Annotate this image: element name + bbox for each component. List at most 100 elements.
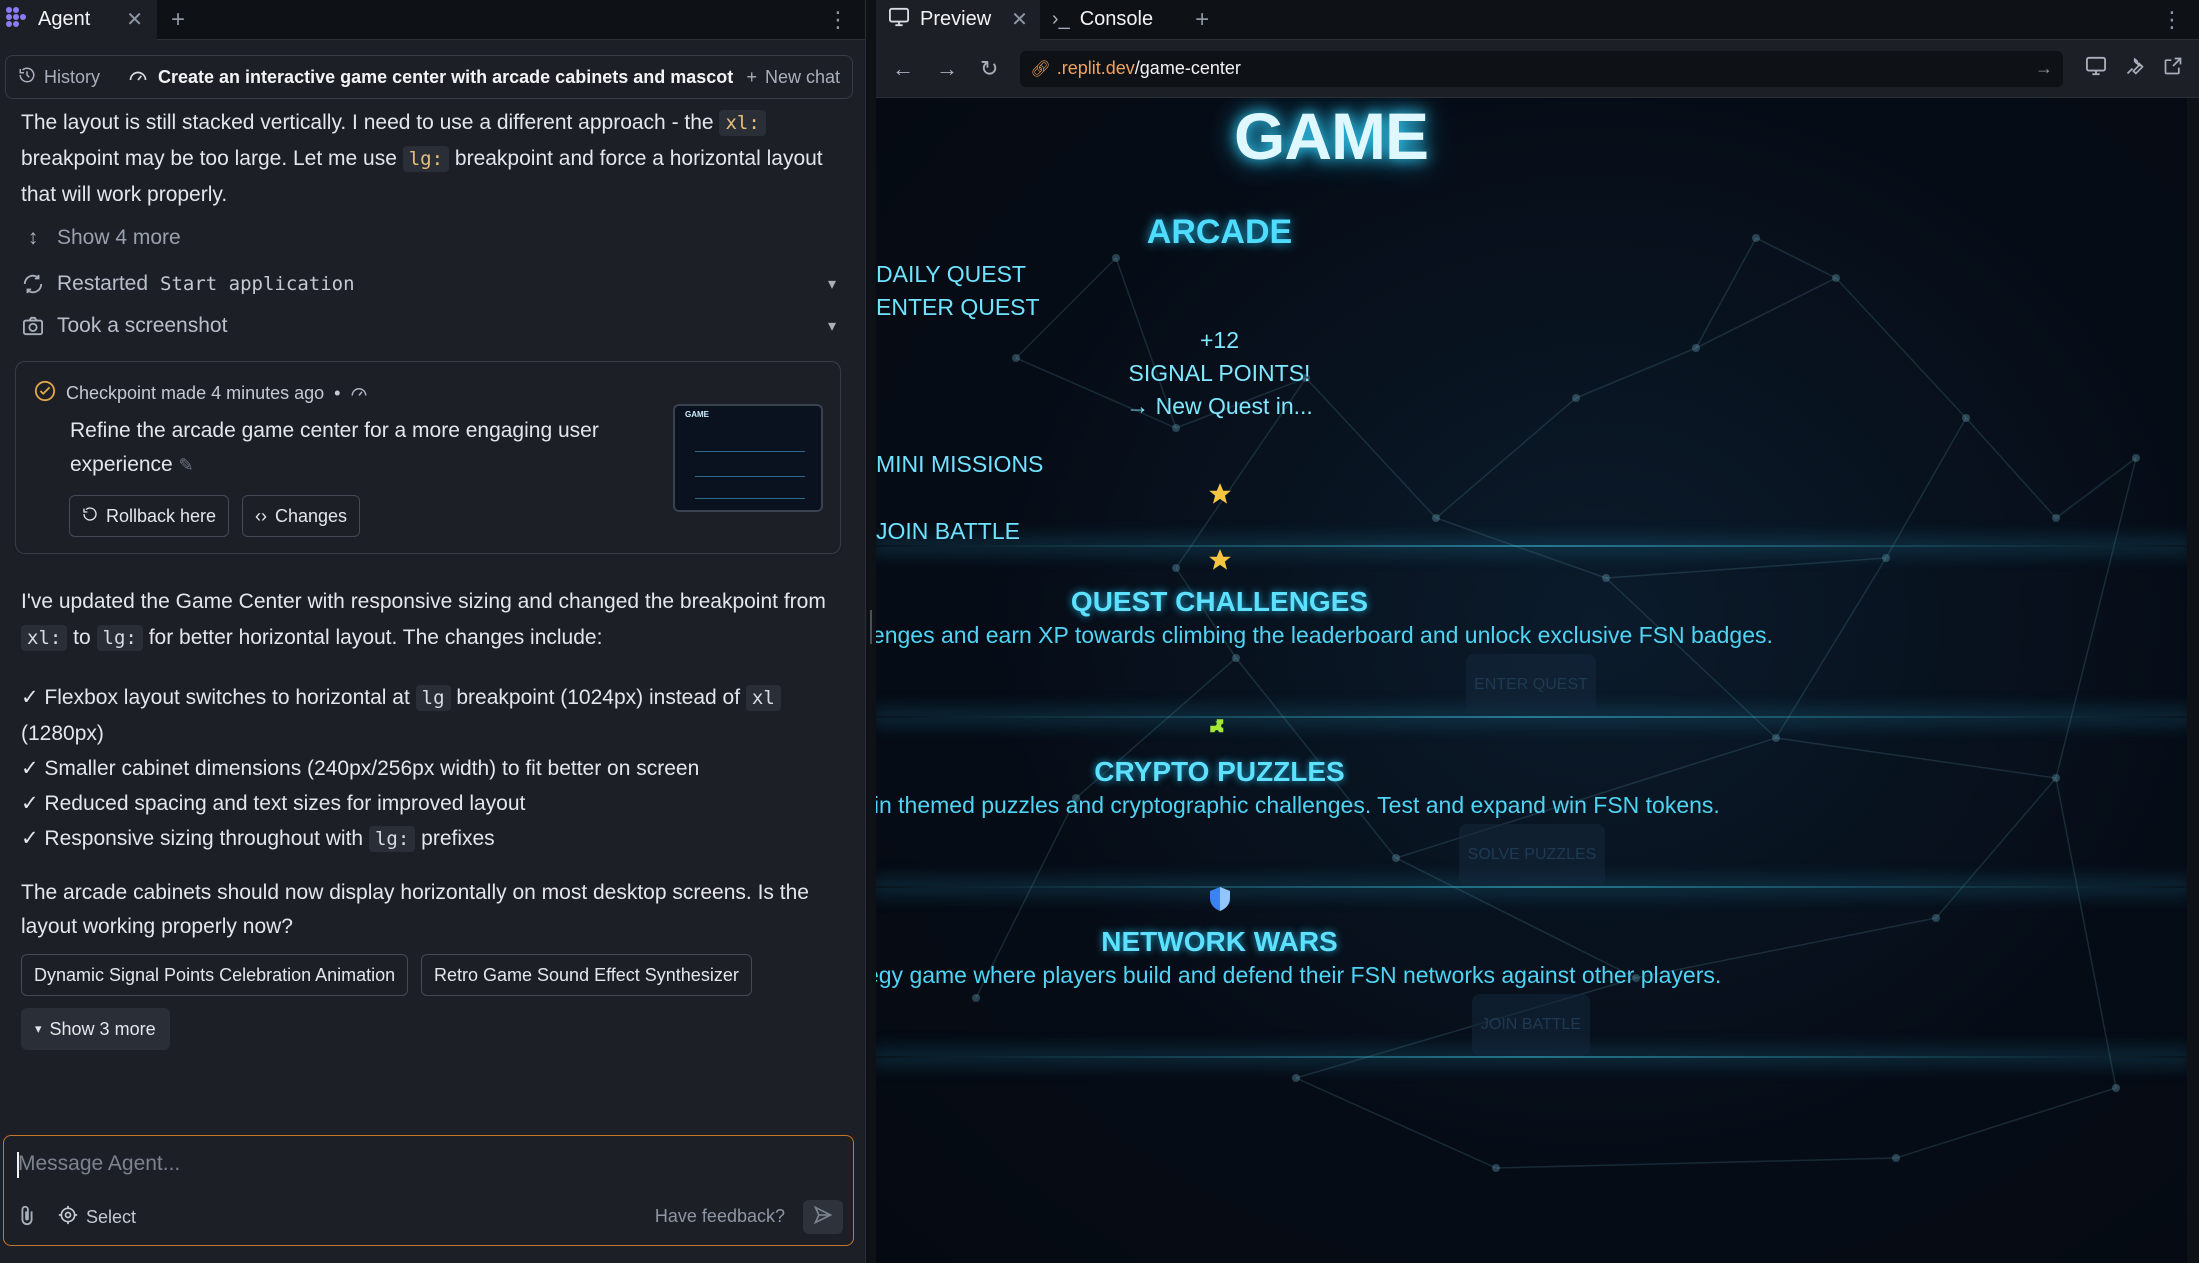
- select-element-button[interactable]: Select: [58, 1205, 136, 1230]
- chevron-down-icon[interactable]: ▾: [828, 316, 836, 336]
- suggestion-button[interactable]: Dynamic Signal Points Celebration Animat…: [21, 954, 409, 996]
- tab-agent[interactable]: Agent ✕: [0, 0, 158, 40]
- preview-actions: [2085, 56, 2183, 82]
- terminal-icon: ›_: [1051, 8, 1070, 30]
- inline-code: xl:: [21, 625, 68, 651]
- msg2-text-b: for better horizontal layout. The change…: [148, 626, 603, 649]
- network-link: [1965, 417, 2057, 519]
- tab-preview[interactable]: Preview ✕: [876, 0, 1040, 40]
- action-screenshot[interactable]: Took a screenshot ▾: [21, 314, 836, 338]
- checkpoint-time: Checkpoint made 4 minutes ago: [66, 383, 325, 403]
- puzzle-icon: [876, 716, 1875, 749]
- paperclip-icon[interactable]: [18, 1204, 36, 1231]
- join-battle-button[interactable]: JOIN BATTLE: [1472, 994, 1590, 1056]
- close-tab-icon[interactable]: ✕: [126, 7, 143, 32]
- show-more-suggestions-label: Show 3 more: [49, 1018, 156, 1039]
- new-chat-label: New chat: [764, 66, 840, 87]
- section-title-wars: NETWORK WARS: [1101, 926, 1338, 957]
- new-tab-icon[interactable]: +: [171, 6, 185, 34]
- pane-resize-handle[interactable]: [866, 0, 876, 1263]
- external-link-icon[interactable]: [2163, 56, 2183, 82]
- network-node: [1932, 914, 1940, 922]
- tab-agent-label: Agent: [38, 8, 91, 30]
- close-tab-icon[interactable]: ✕: [1011, 7, 1028, 32]
- suggestion-button[interactable]: Retro Game Sound Effect Synthesizer: [421, 954, 752, 996]
- rollback-label: Rollback here: [106, 505, 217, 526]
- checkpoint-header: Checkpoint made 4 minutes ago •: [34, 380, 368, 407]
- url-domain: .replit.dev: [1056, 58, 1135, 78]
- history-label: History: [44, 66, 101, 87]
- show-more-actions[interactable]: ↕ Show 4 more: [21, 226, 836, 250]
- back-icon[interactable]: ←: [892, 56, 914, 82]
- join-battle-link[interactable]: JOIN BATTLE: [876, 518, 1020, 545]
- expand-vertical-icon: ↕: [27, 226, 39, 249]
- gauge-icon: [128, 66, 148, 89]
- network-node: [1292, 1074, 1300, 1082]
- rollback-button[interactable]: Rollback here: [69, 495, 230, 537]
- more-options-icon[interactable]: ⋮: [2161, 7, 2183, 33]
- tab-preview-label: Preview: [920, 8, 992, 30]
- send-icon: [813, 1205, 833, 1230]
- history-icon: [18, 66, 36, 89]
- thumbnail-title: GAME: [685, 410, 709, 419]
- chat-header: History Create an interactive game cente…: [5, 55, 853, 99]
- message-input[interactable]: Message Agent...: [18, 1152, 180, 1176]
- url-bar[interactable]: 🔗︎ .replit.dev/game-center →: [1020, 50, 2063, 87]
- thumbnail-line: [695, 451, 805, 452]
- network-node: [1892, 1154, 1900, 1162]
- solve-puzzles-button[interactable]: SOLVE PUZZLES: [1459, 824, 1605, 886]
- preview-tabbar: Preview ✕ ›_ Console + ⋮: [876, 0, 2199, 40]
- action-restarted[interactable]: Restarted Start application ▾: [21, 272, 836, 296]
- network-node: [1432, 514, 1440, 522]
- reload-icon[interactable]: ↻: [980, 56, 998, 82]
- chat-title-text: Create an interactive game center with a…: [158, 66, 734, 87]
- new-tab-icon[interactable]: +: [1195, 6, 1209, 34]
- preview-viewport: GAME ARCADE DAILY QUEST ENTER QUEST MINI…: [876, 98, 2187, 1263]
- feedback-link[interactable]: Have feedback?: [655, 1206, 785, 1227]
- check-circle-icon: [34, 380, 56, 407]
- tab-console-label: Console: [1079, 8, 1154, 30]
- list-item: ✓ Reduced spacing and text sizes for imp…: [21, 792, 526, 815]
- open-url-icon[interactable]: →: [2035, 58, 2053, 79]
- pencil-icon[interactable]: ✎: [179, 455, 194, 475]
- game-title: GAME: [1234, 99, 1429, 173]
- checkpoint-description: Refine the arcade game center for a more…: [70, 414, 630, 482]
- agent-message-3: The arcade cabinets should now display h…: [21, 881, 809, 938]
- chevron-down-icon: ▾: [35, 1021, 42, 1036]
- changes-button[interactable]: ‹› Changes: [242, 495, 361, 537]
- list-item: ✓ Flexbox layout switches to horizontal …: [21, 680, 841, 751]
- msg2-text-a: I've updated the Game Center with respon…: [21, 590, 826, 613]
- history-button[interactable]: History: [18, 66, 114, 89]
- section-title-quest: QUEST CHALLENGES: [1070, 586, 1369, 617]
- more-options-icon[interactable]: ⋮: [827, 7, 849, 33]
- chat-title[interactable]: Create an interactive game center with a…: [128, 66, 733, 89]
- network-link: [1935, 777, 2057, 919]
- plus-icon: +: [746, 66, 757, 87]
- show-more-suggestions-button[interactable]: ▾ Show 3 more: [21, 1008, 170, 1050]
- network-node: [2132, 454, 2140, 462]
- message-composer[interactable]: Message Agent... Select Have feedback?: [3, 1135, 854, 1246]
- star-icon: [876, 481, 1875, 514]
- resize-grip: [870, 610, 872, 644]
- select-label: Select: [86, 1207, 137, 1227]
- send-button[interactable]: [803, 1200, 843, 1234]
- inline-code: xl:: [719, 110, 766, 136]
- enter-quest-link[interactable]: ENTER QUEST: [876, 294, 1040, 321]
- chevron-down-icon[interactable]: ▾: [828, 274, 836, 294]
- enter-quest-button[interactable]: ENTER QUEST: [1466, 654, 1596, 716]
- monitor-icon: [888, 7, 910, 33]
- new-chat-button[interactable]: + New chat: [746, 67, 840, 88]
- msg1-text-b: breakpoint may be too large. Let me use: [21, 147, 397, 170]
- devices-icon[interactable]: [2085, 56, 2107, 82]
- points-label: SIGNAL POINTS!: [1128, 360, 1311, 386]
- forward-icon[interactable]: →: [936, 56, 958, 82]
- url-path: /game-center: [1134, 58, 1241, 78]
- restarted-label: Restarted: [57, 272, 149, 295]
- agent-logo-icon: [4, 5, 28, 35]
- section-desc-quest: Complete daily challenges and earn XP to…: [876, 622, 1773, 648]
- network-link: [2055, 457, 2137, 779]
- wrench-icon[interactable]: [2125, 56, 2145, 82]
- tab-console[interactable]: ›_ Console: [1040, 0, 1165, 40]
- network-node: [1392, 854, 1400, 862]
- checkpoint-thumbnail[interactable]: GAME: [673, 404, 823, 512]
